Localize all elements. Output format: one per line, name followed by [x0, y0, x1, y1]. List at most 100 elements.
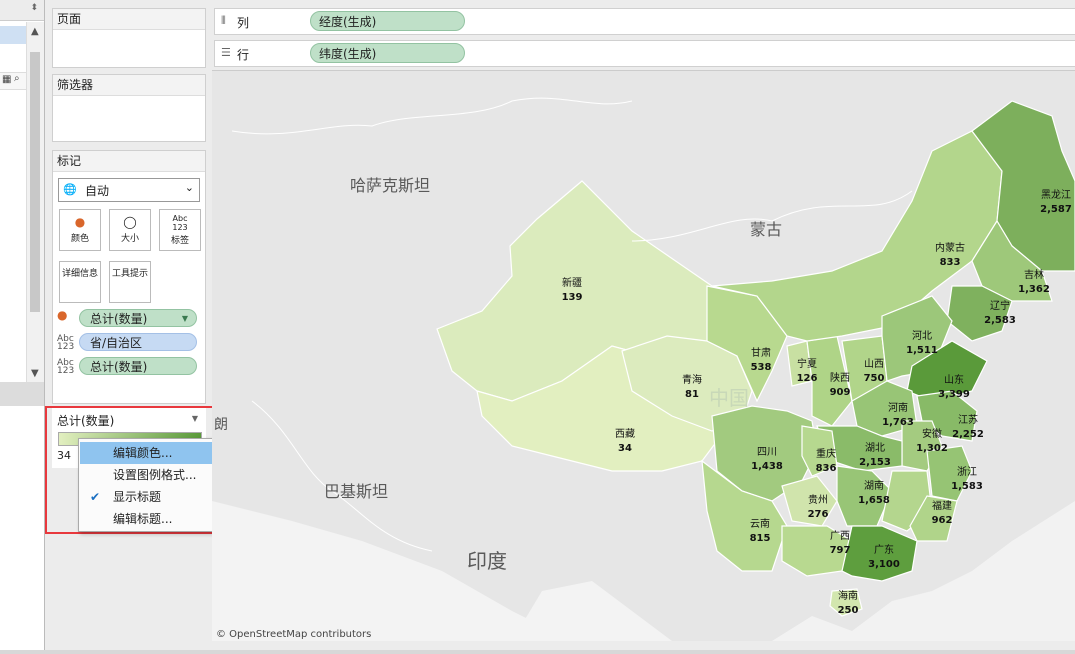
map-view[interactable]: 哈萨克斯坦 蒙古 巴基斯坦 印度 中国 朗 新疆 139 西藏 34 青海 81… — [212, 70, 1075, 641]
columns-shelf[interactable]: ⦀ 列 经度(生成) — [214, 8, 1075, 35]
label-gansu-value: 538 — [751, 362, 772, 373]
province-pill[interactable]: 省/自治区 — [79, 333, 197, 351]
filters-card[interactable]: 筛选器 — [52, 74, 206, 142]
label-hainan-name: 海南 — [838, 589, 858, 602]
label-henan-name: 河南 — [888, 401, 908, 414]
data-pane: ⬍ ▦ ⌕ ▼ ▲ ▼ — [0, 0, 45, 650]
label-liaoning-name: 辽宁 — [990, 299, 1010, 312]
total-label-pill-text: 总计(数量) — [90, 360, 148, 374]
longitude-pill[interactable]: 经度(生成) — [310, 11, 465, 31]
menu-edit-colors-label: 编辑颜色... — [113, 446, 173, 460]
latitude-pill[interactable]: 纬度(生成) — [310, 43, 465, 63]
menu-format-legend-label: 设置图例格式... — [113, 468, 197, 482]
label-qinghai-name: 青海 — [682, 373, 702, 386]
label-hunan-name: 湖南 — [864, 479, 884, 492]
label-ningxia-name: 宁夏 — [797, 357, 817, 370]
marks-pill-color[interactable]: ● 总计(数量) ▼ — [57, 309, 203, 329]
label-heilongjiang-value: 2,587 — [1040, 204, 1072, 215]
tooltip-button[interactable]: 工具提示 — [109, 261, 151, 303]
label-shanxi-value: 750 — [864, 373, 885, 384]
color-icon: ● — [74, 215, 86, 229]
label-hubei-name: 湖北 — [865, 442, 885, 454]
size-button[interactable]: ◯ 大小 — [109, 209, 151, 251]
sort-arrows-icon[interactable]: ⬍ — [30, 3, 38, 13]
pill-dropdown-icon[interactable]: ▼ — [182, 310, 188, 328]
label-zhejiang-value: 1,583 — [951, 481, 983, 492]
label-xinjiang-value: 139 — [562, 292, 583, 303]
detail-button-label: 详细信息 — [61, 269, 98, 279]
label-shandong-value: 3,399 — [938, 389, 970, 400]
menu-edit-colors[interactable]: 编辑颜色... — [80, 442, 216, 464]
label-shaanxi-name: 陕西 — [830, 371, 850, 384]
label-guangxi-value: 797 — [830, 545, 851, 556]
menu-show-title-label: 显示标题 — [113, 490, 162, 504]
tooltip-button-label: 工具提示 — [111, 269, 148, 279]
pages-card[interactable]: 页面 — [52, 8, 206, 68]
color-pill[interactable]: 总计(数量) ▼ — [79, 309, 197, 327]
label-pill-icon-text-bottom: 123 — [57, 342, 75, 352]
label-yunnan-value: 815 — [750, 533, 771, 544]
label-guangdong-value: 3,100 — [868, 559, 900, 570]
label-xinjiang-name: 新疆 — [562, 276, 582, 289]
label-jiangsu-value: 2,252 — [952, 429, 984, 440]
label-button[interactable]: Abc 123 标签 — [159, 209, 201, 251]
filters-title: 筛选器 — [53, 75, 205, 96]
selected-data-source[interactable] — [0, 26, 26, 44]
label-icon-text-top: Abc — [172, 214, 188, 223]
label-jilin-name: 吉林 — [1024, 268, 1044, 281]
menu-edit-title[interactable]: 编辑标题... — [80, 508, 216, 530]
label-gansu-name: 甘肃 — [751, 346, 771, 359]
marks-pill-province[interactable]: Abc 123 省/自治区 — [57, 333, 203, 353]
detail-button[interactable]: 详细信息 — [59, 261, 101, 303]
label-fujian-name: 福建 — [932, 499, 952, 512]
map-label-pakistan: 巴基斯坦 — [324, 482, 388, 501]
total-label-pill[interactable]: 总计(数量) — [79, 357, 197, 375]
map-canvas[interactable]: 哈萨克斯坦 蒙古 巴基斯坦 印度 中国 朗 新疆 139 西藏 34 青海 81… — [212, 71, 1075, 641]
rows-icon: ☰ — [221, 46, 231, 59]
label-pill-icon: Abc 123 — [57, 335, 75, 352]
label-pill-icon: Abc 123 — [57, 359, 75, 376]
mark-type-select[interactable]: 🌐 自动 ⌄ — [58, 178, 200, 202]
columns-icon: ⦀ — [221, 14, 226, 27]
label-guangdong-name: 广东 — [874, 543, 894, 556]
marks-pill-total[interactable]: Abc 123 总计(数量) — [57, 357, 203, 377]
map-attribution[interactable]: © OpenStreetMap contributors — [216, 629, 371, 640]
scroll-up-icon[interactable]: ▲ — [31, 26, 39, 37]
label-anhui-name: 安徽 — [922, 427, 942, 440]
label-ningxia-value: 126 — [797, 373, 818, 384]
menu-edit-title-label: 编辑标题... — [113, 512, 173, 526]
label-icon: Abc 123 — [160, 214, 200, 232]
scroll-down-icon[interactable]: ▼ — [31, 368, 39, 379]
scroll-thumb[interactable] — [30, 52, 40, 312]
map-mark-icon: 🌐 — [63, 183, 77, 196]
map-label-kazakhstan: 哈萨克斯坦 — [350, 176, 430, 195]
menu-format-legend[interactable]: 设置图例格式... — [80, 464, 216, 486]
label-chongqing-value: 836 — [816, 463, 837, 474]
view-icon[interactable]: ▦ — [2, 74, 11, 85]
label-shandong-name: 山东 — [944, 373, 964, 386]
map-label-china: 中国 — [709, 386, 749, 410]
province-pill-label: 省/自治区 — [90, 336, 143, 350]
size-button-label: 大小 — [120, 234, 139, 244]
label-pill-icon-text-bottom: 123 — [57, 366, 75, 376]
data-pane-scrollbar[interactable]: ▲ ▼ — [26, 22, 44, 382]
legend-context-menu: 编辑颜色... 设置图例格式... ✔ 显示标题 编辑标题... — [78, 438, 219, 532]
color-button[interactable]: ● 颜色 — [59, 209, 101, 251]
rows-shelf[interactable]: ☰ 行 纬度(生成) — [214, 40, 1075, 67]
map-label-india: 印度 — [467, 549, 507, 573]
check-icon: ✔ — [90, 490, 101, 504]
data-pane-footer — [0, 382, 44, 406]
menu-show-title[interactable]: ✔ 显示标题 — [80, 486, 216, 508]
search-icon[interactable]: ⌕ — [14, 73, 20, 84]
label-guizhou-name: 贵州 — [808, 493, 828, 506]
data-pane-header: ⬍ — [0, 0, 44, 21]
color-pill-icon: ● — [57, 308, 68, 322]
columns-label: 列 — [237, 16, 250, 30]
label-hubei-value: 2,153 — [859, 457, 891, 468]
label-guizhou-value: 276 — [808, 509, 829, 520]
label-qinghai-value: 81 — [685, 389, 699, 400]
marks-card: 标记 🌐 自动 ⌄ ● 颜色 ◯ 大小 Abc 123 标签 详细信息 工具提示 … — [52, 150, 206, 404]
map-label-iran: 朗 — [214, 417, 228, 433]
label-hunan-value: 1,658 — [858, 495, 890, 506]
label-chongqing-name: 重庆 — [816, 447, 836, 460]
